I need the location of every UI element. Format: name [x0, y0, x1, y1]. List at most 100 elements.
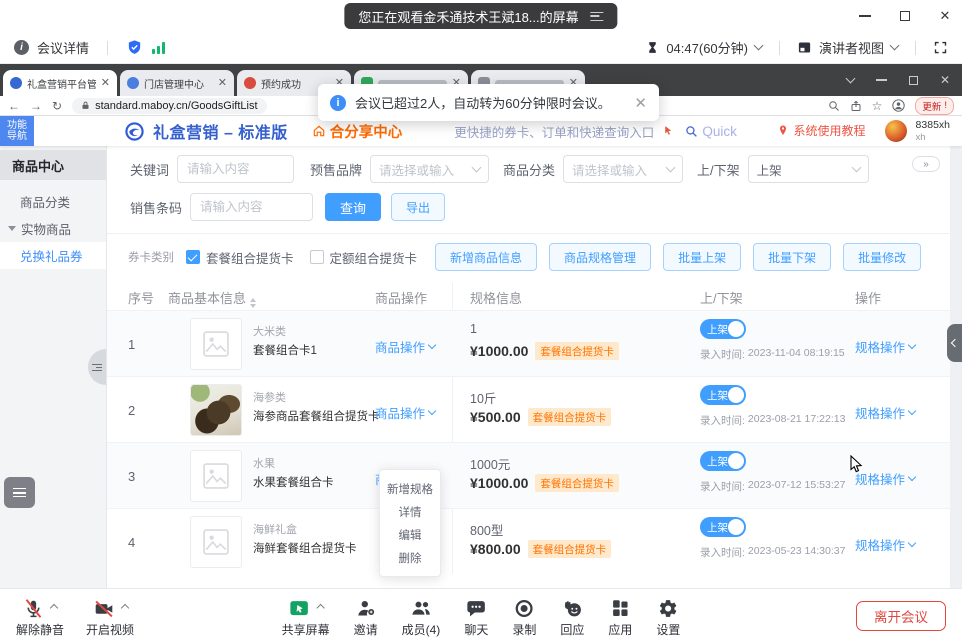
browser-close-icon[interactable]: ✕ — [940, 73, 950, 87]
tab-search-icon[interactable] — [845, 73, 855, 83]
spec-action-dropdown[interactable]: 规格操作 — [855, 469, 915, 488]
signal-icon[interactable] — [151, 41, 166, 55]
category-select[interactable]: 请选择或输入 — [563, 155, 683, 183]
spec-action-dropdown[interactable]: 规格操作 — [855, 535, 915, 554]
sidebar-item-physical-goods[interactable]: 实物商品 — [0, 215, 106, 242]
profile-icon[interactable] — [892, 99, 905, 112]
sidebar-item-goods-category[interactable]: 商品分类 — [0, 188, 106, 215]
start-video-button[interactable]: 开启视频 — [86, 595, 134, 638]
sidebar-collapse-handle[interactable] — [88, 349, 106, 385]
leave-meeting-button[interactable]: 离开会议 — [856, 601, 946, 631]
brand-logo — [124, 121, 145, 142]
caret-down-icon[interactable] — [754, 41, 764, 51]
table-header: 序号 商品基本信息 商品操作 规格信息 上/下架 操作 — [107, 282, 950, 310]
shelf-toggle[interactable]: 上架 — [700, 451, 746, 471]
record-button[interactable]: 录制 — [512, 595, 536, 638]
user-avatar[interactable] — [885, 120, 907, 142]
share-options-caret[interactable] — [316, 604, 324, 612]
function-nav-button[interactable]: 功能 导航 — [0, 116, 34, 146]
right-panel-handle[interactable] — [947, 324, 962, 362]
forward-icon[interactable]: → — [30, 99, 42, 113]
shelf-toggle[interactable]: 上架 — [700, 385, 746, 405]
product-action-dropdown[interactable]: 商品操作 — [375, 403, 435, 422]
time-value: 2023-07-12 15:53:27 — [748, 479, 846, 494]
tab-close-icon[interactable]: ✕ — [218, 78, 227, 89]
export-button[interactable]: 导出 — [391, 193, 445, 221]
back-icon[interactable]: ← — [8, 99, 20, 113]
browser-minimize-icon[interactable] — [876, 79, 887, 81]
spec-action-dropdown[interactable]: 规格操作 — [855, 337, 915, 356]
tab-close-icon[interactable]: ✕ — [101, 78, 110, 89]
members-button[interactable]: 成员(4) — [402, 595, 441, 638]
video-options-caret[interactable] — [120, 604, 128, 612]
barcode-label: 销售条码 — [130, 198, 182, 217]
checkbox-checked-icon — [186, 250, 200, 264]
menu-item-delete[interactable]: 删除 — [380, 546, 440, 569]
tutorial-link[interactable]: 系统使用教程 — [794, 122, 866, 139]
maximize-button[interactable] — [898, 9, 912, 23]
unmute-button[interactable]: 解除静音 — [16, 595, 64, 638]
mic-options-caret[interactable] — [50, 604, 58, 612]
menu-item-add-spec[interactable]: 新增规格 — [380, 477, 440, 500]
url-field[interactable]: standard.maboy.cn/GoodsGiftList — [72, 98, 266, 114]
header-label: 商品基本信息 — [168, 291, 246, 306]
browser-maximize-icon[interactable] — [909, 76, 918, 85]
menu-item-detail[interactable]: 详情 — [380, 500, 440, 523]
fullscreen-icon[interactable] — [933, 40, 948, 55]
brand-select[interactable]: 请选择或输入 — [370, 155, 489, 183]
product-action-dropdown[interactable]: 商品操作 — [375, 337, 435, 356]
batch-edit-button[interactable]: 批量修改 — [843, 243, 921, 271]
batch-onshelf-button[interactable]: 批量上架 — [663, 243, 741, 271]
sidebar-item-gift-voucher[interactable]: 兑换礼品券 — [0, 242, 106, 269]
browser-tab-2[interactable]: 门店管理中心 ✕ — [120, 70, 234, 96]
share-icon[interactable] — [850, 100, 862, 112]
spec-action-dropdown[interactable]: 规格操作 — [855, 403, 915, 422]
search-button[interactable]: 查询 — [325, 193, 381, 221]
watch-menu-icon[interactable] — [591, 12, 604, 21]
filter-row-1: 关键词 预售品牌 请选择或输入 商品分类 请选择或输入 上/下架 上架 — [130, 155, 950, 183]
browser-tab-1[interactable]: 礼盒营销平台管理中心 ✕ — [3, 70, 117, 96]
mouse-cursor — [850, 455, 864, 473]
time-prefix: 录入时间: — [700, 479, 745, 494]
header-index: 序号 — [128, 288, 154, 307]
meeting-details-button[interactable]: 会议详情 — [37, 38, 89, 57]
header-product-info[interactable]: 商品基本信息 — [168, 288, 256, 308]
spec-manage-button[interactable]: 商品规格管理 — [549, 243, 651, 271]
share-center-link[interactable]: 合分享中心 — [330, 121, 403, 142]
shelf-select[interactable]: 上架 — [748, 155, 869, 183]
shelf-toggle[interactable]: 上架 — [700, 319, 746, 339]
shield-check-icon[interactable] — [126, 39, 143, 56]
reload-icon[interactable]: ↻ — [52, 99, 62, 113]
star-icon[interactable]: ☆ — [872, 99, 883, 113]
browser-update-badge[interactable]: 更新! — [915, 97, 954, 115]
settings-icon — [658, 598, 679, 619]
menu-item-edit[interactable]: 编辑 — [380, 523, 440, 546]
checkbox-fixed-card[interactable]: 定额组合提货卡 — [310, 248, 418, 267]
share-screen-button[interactable]: 共享屏幕 — [282, 595, 330, 638]
settings-button[interactable]: 设置 — [656, 595, 680, 638]
toast-close-icon[interactable]: ✕ — [634, 94, 647, 112]
quick-search-link[interactable]: Quick — [702, 124, 737, 139]
header-shelf: 上/下架 — [700, 288, 743, 307]
search-icon[interactable] — [685, 125, 698, 138]
checkbox-combo-card[interactable]: 套餐组合提货卡 — [186, 248, 294, 267]
price: ¥1000.00 — [470, 343, 528, 359]
sort-icon[interactable] — [250, 298, 256, 308]
keyword-input[interactable] — [177, 155, 294, 183]
chat-button[interactable]: 聊天 — [464, 595, 488, 638]
expand-filters-button[interactable]: » — [912, 156, 940, 172]
view-mode-button[interactable]: 演讲者视图 — [819, 38, 884, 57]
reactions-button[interactable]: 回应 — [560, 595, 584, 638]
checkbox-label: 定额组合提货卡 — [330, 248, 418, 267]
add-product-button[interactable]: 新增商品信息 — [435, 243, 537, 271]
apps-button[interactable]: 应用 — [608, 595, 632, 638]
caret-down-icon[interactable] — [890, 41, 900, 51]
floating-list-button[interactable] — [4, 477, 35, 508]
invite-button[interactable]: 邀请 — [354, 595, 378, 638]
batch-offshelf-button[interactable]: 批量下架 — [753, 243, 831, 271]
minimize-button[interactable] — [858, 9, 872, 23]
shelf-toggle[interactable]: 上架 — [700, 517, 746, 537]
zoom-icon[interactable] — [828, 100, 840, 112]
barcode-input[interactable] — [190, 193, 313, 221]
close-button[interactable]: ✕ — [938, 9, 952, 23]
